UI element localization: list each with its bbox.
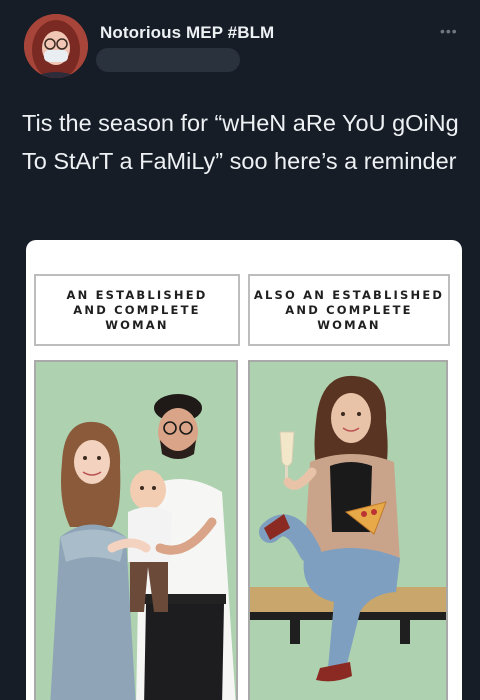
tweet-text: Tis the season for “wHeN aRe YoU gOiNg T… xyxy=(22,110,459,174)
right-caption: ALSO AN ESTABLISHED AND COMPLETE WOMAN xyxy=(253,287,445,332)
tweet-media[interactable]: AN ESTABLISHED AND COMPLETE WOMAN ALSO A… xyxy=(26,240,462,700)
right-caption-box: ALSO AN ESTABLISHED AND COMPLETE WOMAN xyxy=(248,274,450,346)
handle-redacted xyxy=(96,48,240,72)
left-caption: AN ESTABLISHED AND COMPLETE WOMAN xyxy=(66,287,208,332)
profile-avatar[interactable] xyxy=(24,14,88,78)
more-options-icon[interactable]: ••• xyxy=(440,24,460,38)
display-name[interactable]: Notorious MEP #BLM xyxy=(100,23,274,43)
left-panel-illustration xyxy=(34,360,238,700)
right-panel-illustration xyxy=(248,360,448,700)
tweet-header: Notorious MEP #BLM ••• xyxy=(0,0,480,90)
left-caption-box: AN ESTABLISHED AND COMPLETE WOMAN xyxy=(34,274,240,346)
